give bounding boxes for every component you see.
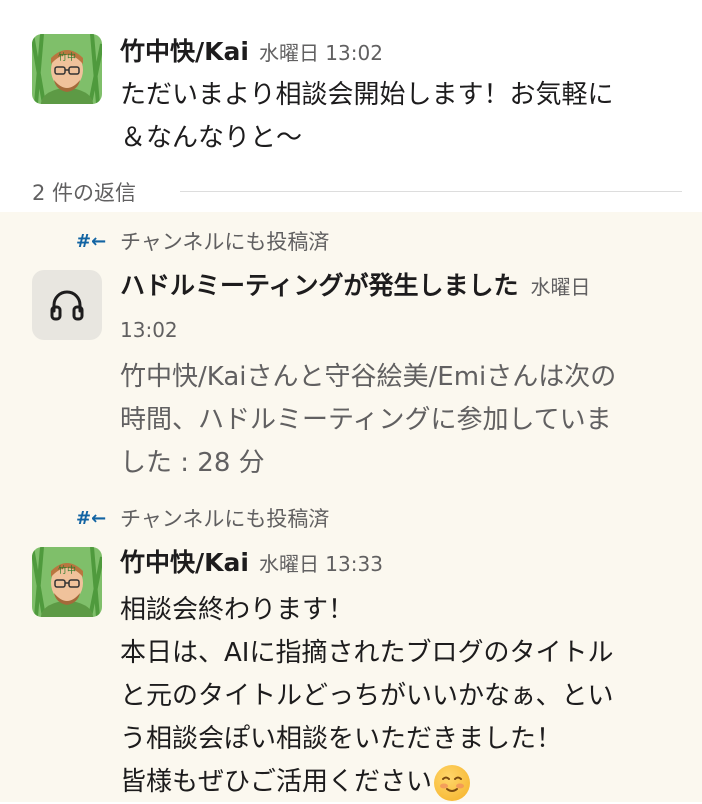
timestamp[interactable]: 水曜日 13:02: [259, 41, 383, 65]
timestamp[interactable]: 13:02: [120, 312, 690, 348]
relieved-emoji-icon: [434, 764, 471, 801]
message-line: 時間、ハドルミーティングに参加していま: [120, 405, 612, 435]
message-header: 竹中快/Kai 水曜日 13:33: [120, 545, 690, 581]
timestamp[interactable]: 水曜日 13:33: [259, 552, 383, 576]
message-line: う相談会ぽい相談をいただきました！: [120, 724, 563, 754]
channel-hash-icon: #←: [76, 507, 107, 529]
message-line: 皆様もぜひご活用ください: [120, 761, 690, 804]
message-header: 竹中快/Kai 水曜日 13:02: [120, 32, 383, 68]
message-line: ただいまより相談会開始します！お気軽に: [120, 80, 614, 110]
also-posted-label[interactable]: #← チャンネルにも投稿済: [76, 226, 329, 256]
svg-text:竹中: 竹中: [58, 564, 76, 576]
also-posted-text: チャンネルにも投稿済: [120, 230, 330, 254]
message: 竹中快/Kai 水曜日 13:33 相談会終わります！ 本日は、AIに指摘されたブ…: [120, 545, 690, 804]
message-line: と元のタイトルどっちがいいかなぁ、とい: [120, 681, 614, 711]
also-posted-text: チャンネルにも投稿済: [120, 507, 330, 531]
message-line: 本日は、AIに指摘されたブログのタイトル: [120, 638, 614, 668]
thread-replies-bar[interactable]: 2 件の返信: [32, 177, 682, 207]
author-name[interactable]: 竹中快/Kai: [120, 548, 249, 577]
timestamp[interactable]: 水曜日: [531, 275, 591, 299]
reply-count[interactable]: 2 件の返信: [32, 177, 136, 207]
message-body: ただいまより相談会開始します！お気軽に ＆なんなりと〜: [120, 74, 613, 160]
message-line: した : 28 分: [120, 448, 265, 478]
message-line: ＆なんなりと〜: [120, 123, 303, 153]
message-line-text: 皆様もぜひご活用ください: [120, 767, 433, 797]
also-posted-label[interactable]: #← チャンネルにも投稿済: [76, 503, 329, 533]
author-name[interactable]: 竹中快/Kai: [120, 37, 249, 66]
avatar[interactable]: 竹中: [32, 547, 102, 617]
huddle-message: ハドルミーティングが発生しました 水曜日 13:02 竹中快/Kaiさんと守谷絵美…: [120, 268, 690, 485]
huddle-body: 竹中快/Kaiさんと守谷絵美/Emiさんは次の 時間、ハドルミーティングに参加し…: [120, 356, 690, 485]
avatar[interactable]: 竹中: [32, 34, 102, 104]
headphones-icon: [50, 290, 84, 321]
divider: [180, 191, 682, 192]
svg-text:竹中: 竹中: [58, 51, 76, 63]
message-line: 竹中快/Kaiさんと守谷絵美/Emiさんは次の: [120, 362, 617, 392]
message-line: 相談会終わります！: [120, 595, 355, 625]
channel-hash-icon: #←: [76, 230, 107, 252]
message-body: 相談会終わります！ 本日は、AIに指摘されたブログのタイトル と元のタイトルどっ…: [120, 589, 690, 804]
huddle-title: ハドルミーティングが発生しました: [120, 271, 519, 300]
huddle-avatar: [32, 270, 102, 340]
